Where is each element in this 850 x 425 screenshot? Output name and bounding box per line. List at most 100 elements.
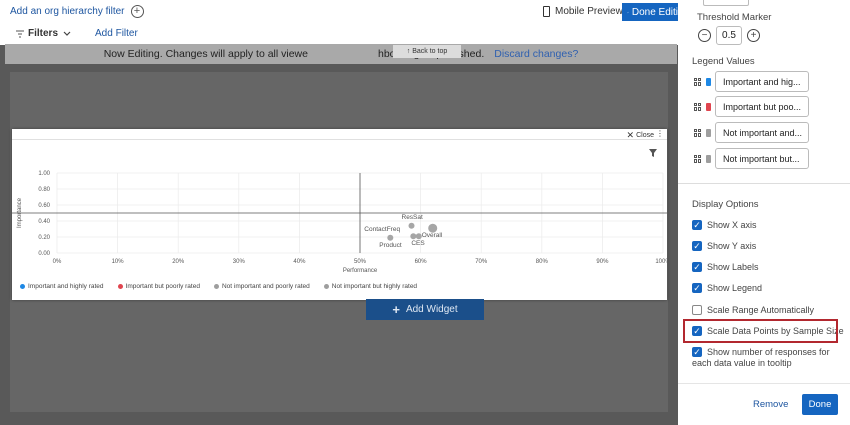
- grid-icon-cell: [698, 128, 701, 132]
- grid-icon[interactable]: [694, 128, 702, 137]
- color-swatch-icon[interactable]: [706, 154, 711, 163]
- display-option-label: Scale Range Automatically: [707, 305, 815, 315]
- add-widget-label: Add Widget: [405, 304, 458, 315]
- widget-close-button[interactable]: ✕ Close: [627, 130, 654, 141]
- grid-icon-cell: [694, 159, 697, 163]
- footer-divider: [678, 383, 850, 384]
- highlight-annotation: [683, 319, 838, 343]
- display-option-row[interactable]: Scale Range Automatically: [692, 305, 814, 315]
- done-editing-label: Done Editi: [631, 6, 678, 18]
- checkbox[interactable]: ✓: [692, 347, 702, 357]
- back-to-top-button[interactable]: ↑ Back to top: [393, 45, 461, 58]
- legend-item[interactable]: Important and highly rated: [20, 283, 104, 290]
- display-option-row[interactable]: ✓ Show X axis: [692, 220, 757, 230]
- add-filter-link[interactable]: Add Filter: [95, 28, 138, 39]
- add-widget-button[interactable]: + Add Widget: [366, 299, 484, 320]
- minus-circle-icon[interactable]: −: [698, 29, 711, 42]
- legend-item[interactable]: Not important but highly rated: [323, 283, 418, 290]
- legend-value-input[interactable]: Important but poo...: [715, 96, 809, 117]
- data-point: [410, 233, 417, 240]
- legend-values-label: Legend Values: [692, 56, 755, 67]
- display-option-label: Show Y axis: [707, 241, 757, 251]
- color-swatch-icon[interactable]: [706, 102, 711, 111]
- add-org-hierarchy-filter[interactable]: Add an org hierarchy filter +: [10, 5, 144, 18]
- threshold-value[interactable]: 0.5: [716, 26, 742, 45]
- legend-value-input[interactable]: Not important and...: [715, 122, 809, 143]
- legend-dot-icon: [323, 284, 329, 289]
- panel-divider: [678, 183, 850, 184]
- chevron-down-icon[interactable]: [63, 31, 71, 37]
- grid-icon-cell: [694, 128, 697, 132]
- color-swatch-icon[interactable]: [706, 128, 711, 137]
- grid-icon[interactable]: [694, 102, 702, 111]
- legend-value-row: Important but poo...: [694, 96, 809, 117]
- chart-legend: Important and highly rated Important but …: [20, 283, 417, 290]
- x-tick-label: 50%: [354, 259, 367, 265]
- grid-icon[interactable]: [694, 77, 702, 86]
- legend-value-row: Important and hig...: [694, 71, 809, 92]
- legend-item[interactable]: Important but poorly rated: [117, 283, 200, 290]
- display-option-row[interactable]: ✓ Show number of responses for each data v…: [692, 347, 830, 369]
- display-option-row[interactable]: ✓ Show Legend: [692, 283, 762, 293]
- back-to-top-label: Back to top: [412, 48, 448, 55]
- data-point-label: Overall: [422, 232, 443, 239]
- discard-changes-link[interactable]: Discard changes?: [494, 48, 578, 60]
- quadrant-chart-widget[interactable]: ✕ Close ⋮ 0% 10% 20% 30% 40% 50% 60% 70% 80% 90% 1…: [12, 129, 667, 300]
- filter-lines-icon: [16, 30, 24, 37]
- editing-banner-text: Now Editing. Changes will apply to all v…: [103, 48, 308, 60]
- checkbox[interactable]: ✓: [692, 262, 702, 272]
- y-tick-label: 0.80: [38, 187, 50, 193]
- legend-item[interactable]: Not important and poorly rated: [213, 283, 310, 290]
- checkbox[interactable]: [692, 305, 702, 315]
- x-tick-label: 70%: [475, 259, 488, 265]
- display-option-row[interactable]: ✓ Show Y axis: [692, 241, 756, 251]
- done-button[interactable]: Done: [802, 394, 838, 415]
- legend-label: Not important but highly rated: [331, 283, 418, 290]
- close-label: Close: [636, 132, 654, 139]
- x-tick-label: 0%: [53, 259, 62, 265]
- color-swatch-icon[interactable]: [706, 77, 711, 86]
- mobile-preview-button[interactable]: Mobile Preview: [543, 6, 623, 17]
- grid-icon-cell: [698, 82, 701, 86]
- legend-value-input[interactable]: Important and hig...: [715, 71, 809, 92]
- grid-icon-cell: [694, 154, 697, 158]
- x-tick-label: 60%: [415, 259, 428, 265]
- remove-button[interactable]: Remove: [753, 399, 788, 410]
- display-option-row[interactable]: ✓ Show Labels: [692, 262, 759, 272]
- panel-top-field[interactable]: [703, 0, 749, 6]
- data-point-label: CES: [411, 240, 425, 247]
- filters-dropdown[interactable]: Filters: [28, 28, 58, 39]
- widget-settings-panel: Threshold Marker − 0.5 + Legend Values I…: [678, 0, 850, 425]
- legend-value-row: Not important and...: [694, 122, 809, 143]
- legend-dot-icon: [20, 284, 25, 289]
- grid-icon-cell: [694, 107, 697, 111]
- grid-icon-cell: [694, 133, 697, 137]
- add-org-filter-label[interactable]: Add an org hierarchy filter: [10, 6, 125, 17]
- display-option-label: Show X axis: [707, 220, 757, 230]
- checkbox[interactable]: ✓: [692, 283, 702, 293]
- checkbox[interactable]: ✓: [692, 241, 702, 251]
- grid-icon-cell: [698, 107, 701, 111]
- data-point: [387, 234, 394, 241]
- x-tick-label: 40%: [293, 259, 306, 265]
- checkbox[interactable]: ✓: [692, 220, 702, 230]
- legend-value-input[interactable]: Not important but...: [715, 148, 809, 169]
- legend-value-row: Not important but...: [694, 148, 809, 169]
- y-tick-label: 0.20: [38, 235, 50, 241]
- editing-banner: Now Editing. Changes will apply to all v…: [5, 44, 677, 64]
- x-tick-label: 20%: [172, 259, 185, 265]
- x-tick-label: 30%: [233, 259, 246, 265]
- legend-label: Important but poorly rated: [125, 283, 200, 290]
- y-tick-label: 1.00: [38, 171, 50, 177]
- funnel-filter-icon[interactable]: [649, 149, 657, 157]
- y-tick-label: 0.00: [38, 251, 50, 257]
- done-editing-button[interactable]: Done Editi: [622, 3, 678, 21]
- top-toolbar: Add an org hierarchy filter + Filters Ad…: [0, 0, 678, 45]
- plus-circle-icon[interactable]: +: [747, 29, 760, 42]
- grid-icon[interactable]: [694, 154, 702, 163]
- kebab-menu-icon[interactable]: ⋮: [656, 129, 664, 138]
- threshold-stepper[interactable]: − 0.5 +: [698, 26, 760, 45]
- data-point-label: ContactFreq: [364, 226, 400, 233]
- grid-icon-cell: [698, 159, 701, 163]
- plus-circle-icon[interactable]: +: [130, 5, 144, 18]
